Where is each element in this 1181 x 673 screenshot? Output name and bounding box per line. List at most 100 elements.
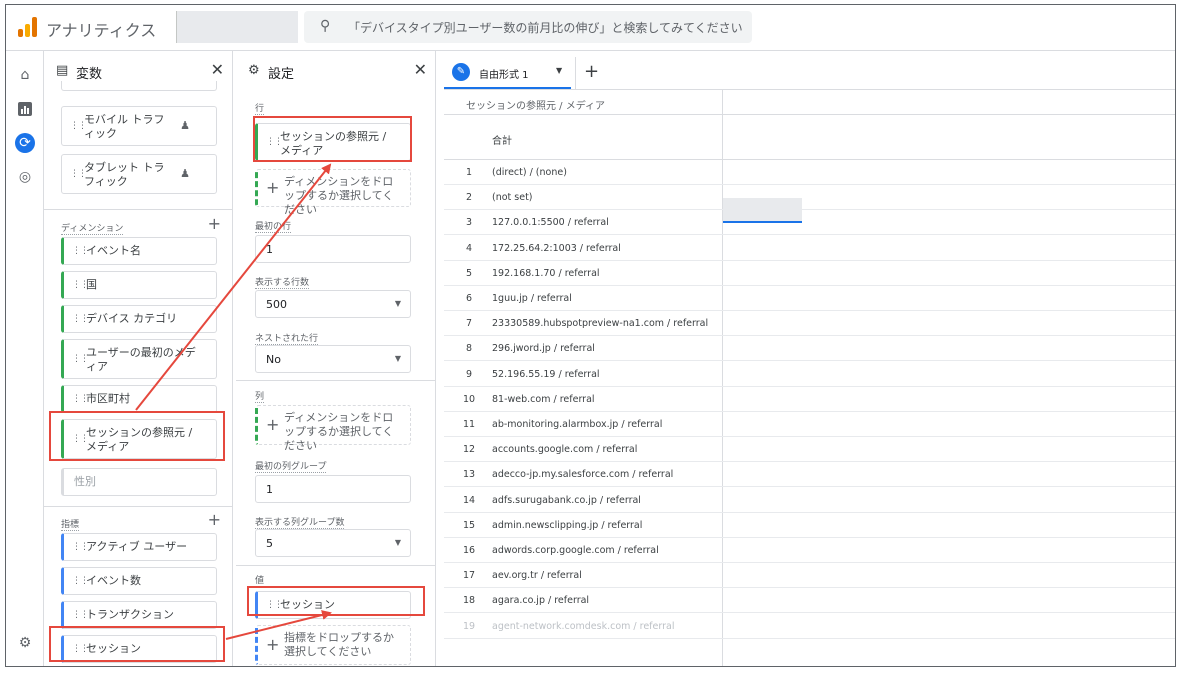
add-tab-button[interactable]: + bbox=[575, 57, 607, 89]
drag-handle-icon: ⋮⋮ bbox=[72, 280, 89, 290]
row-index: 18 bbox=[462, 595, 476, 607]
dimension-chip[interactable]: ⋮⋮ ユーザーの最初のメディア bbox=[61, 339, 217, 379]
drag-handle-icon: ⋮⋮ bbox=[72, 542, 89, 552]
users-icon: ♟ bbox=[180, 167, 190, 180]
metric-chip[interactable]: ⋮⋮ トランザクション bbox=[61, 601, 217, 629]
row-drop-zone[interactable]: + ディメンションをドロップするか選択してください bbox=[255, 169, 411, 216]
dimension-chip[interactable]: ⋮⋮ 市区町村 bbox=[61, 385, 217, 413]
edit-icon: ✎ bbox=[452, 63, 470, 81]
variables-title: 変数 bbox=[76, 67, 103, 82]
first-col-group-label: 最初の列グループ bbox=[255, 459, 327, 473]
row-dimension-value: 23330589.hubspotpreview-na1.com / referr… bbox=[492, 318, 709, 330]
chevron-down-icon[interactable]: ▼ bbox=[556, 66, 562, 75]
analytics-logo-icon[interactable] bbox=[18, 17, 38, 37]
segment-chip-tablet[interactable]: ⋮⋮ タブレット トラフィック ♟ bbox=[61, 154, 217, 194]
app-window: アナリティクス ⚲ 「デバイスタイプ別ユーザー数の前月比の伸び」と検索してみてく… bbox=[5, 4, 1176, 667]
metric-chip[interactable]: ⋮⋮ イベント数 bbox=[61, 567, 217, 595]
drop-hint: ディメンションをドロップするか選択してください bbox=[284, 411, 394, 452]
search-icon: ⚲ bbox=[320, 18, 331, 34]
table-row[interactable]: 19 agent-network.comdesk.com / referral bbox=[444, 614, 1175, 639]
row-index: 9 bbox=[465, 368, 473, 380]
row-dimension-value: (not set) bbox=[492, 192, 533, 204]
table-row[interactable]: 13 adecco-jp.my.salesforce.com / referral bbox=[444, 462, 1175, 488]
metric-chip[interactable]: ⋮⋮ アクティブ ユーザー bbox=[61, 533, 217, 561]
chevron-down-icon: ▼ bbox=[394, 354, 401, 363]
close-icon[interactable]: ✕ bbox=[414, 60, 427, 79]
table-row[interactable]: 1 (direct) / (none) bbox=[444, 160, 1175, 185]
plus-icon: + bbox=[266, 178, 280, 197]
table-row[interactable]: 7 23330589.hubspotpreview-na1.com / refer… bbox=[444, 311, 1175, 337]
drop-hint: 指標をドロップするか選択してください bbox=[284, 631, 394, 658]
dimension-chip[interactable]: ⋮⋮ 国 bbox=[61, 271, 217, 299]
top-bar: アナリティクス ⚲ 「デバイスタイプ別ユーザー数の前月比の伸び」と検索してみてく… bbox=[6, 5, 1175, 51]
value-drop-zone[interactable]: + 指標をドロップするか選択してください bbox=[255, 625, 411, 665]
drag-handle-icon: ⋮⋮ bbox=[70, 121, 87, 131]
account-selector[interactable] bbox=[176, 11, 298, 43]
close-icon[interactable]: ✕ bbox=[211, 60, 224, 79]
table-row[interactable]: 3 127.0.0.1:5500 / referral bbox=[444, 210, 1175, 236]
highlight-row-target bbox=[253, 116, 412, 162]
rows-label: 行 bbox=[255, 101, 265, 115]
column-drop-zone[interactable]: + ディメンションをドロップするか選択してください bbox=[255, 405, 411, 452]
add-metric-icon[interactable]: + bbox=[208, 510, 221, 529]
row-index: 19 bbox=[462, 620, 476, 632]
table-row[interactable]: 15 admin.newsclipping.jp / referral bbox=[444, 513, 1175, 538]
show-rows-value: 500 bbox=[266, 298, 287, 311]
table-row[interactable]: 4 172.25.64.2:1003 / referral bbox=[444, 236, 1175, 261]
table-row[interactable]: 10 81-web.com / referral bbox=[444, 387, 1175, 412]
table-row[interactable]: 6 1guu.jp / referral bbox=[444, 286, 1175, 311]
reports-icon[interactable] bbox=[15, 99, 35, 119]
table-row[interactable]: 5 192.168.1.70 / referral bbox=[444, 261, 1175, 286]
users-icon: ♟ bbox=[180, 119, 190, 132]
row-index: 16 bbox=[462, 545, 476, 556]
row-dimension-value: 172.25.64.2:1003 / referral bbox=[492, 242, 621, 254]
table-row[interactable]: 17 aev.org.tr / referral bbox=[444, 563, 1175, 589]
row-dimension-value: 127.0.0.1:5500 / referral bbox=[492, 217, 609, 229]
advertising-icon[interactable]: ◎ bbox=[15, 167, 35, 187]
segment-chip-partial[interactable] bbox=[61, 81, 217, 91]
home-icon[interactable]: ⌂ bbox=[15, 65, 35, 85]
table-row[interactable]: 14 adfs.surugabank.co.jp / referral bbox=[444, 488, 1175, 513]
tab-freeform[interactable]: ✎ 自由形式 1 ▼ bbox=[444, 57, 571, 89]
drag-handle-icon: ⋮⋮ bbox=[72, 576, 89, 586]
dimension-chip[interactable]: ⋮⋮ イベント名 bbox=[61, 237, 217, 265]
divider bbox=[236, 380, 435, 381]
row-index: 5 bbox=[465, 267, 473, 279]
start-row-input[interactable]: 1 bbox=[255, 235, 411, 263]
divider bbox=[44, 506, 232, 507]
settings-header: ⚙ 設定 ✕ bbox=[236, 51, 435, 91]
table-row[interactable]: 9 52.196.55.19 / referral bbox=[444, 362, 1175, 387]
table-row[interactable]: 2 (not set) bbox=[444, 185, 1175, 211]
table-row[interactable]: 11 ab-monitoring.alarmbox.jp / referral bbox=[444, 412, 1175, 437]
table-row[interactable]: 12 accounts.google.com / referral bbox=[444, 437, 1175, 463]
explore-icon[interactable]: ⟳ bbox=[15, 133, 35, 153]
row-index: 3 bbox=[465, 217, 473, 229]
dimensions-label: ディメンション bbox=[61, 221, 124, 235]
dimension-column-header: セッションの参照元 / メディア bbox=[466, 101, 606, 112]
show-rows-select[interactable]: 500 ▼ bbox=[255, 290, 411, 318]
search-bar[interactable]: ⚲ 「デバイスタイプ別ユーザー数の前月比の伸び」と検索してみてください bbox=[304, 11, 752, 43]
first-col-group-input[interactable]: 1 bbox=[255, 475, 411, 503]
nested-rows-select[interactable]: No ▼ bbox=[255, 345, 411, 373]
row-index: 17 bbox=[462, 570, 476, 582]
row-dimension-value: adfs.surugabank.co.jp / referral bbox=[492, 494, 641, 506]
dimension-chip-disabled[interactable]: 性別 bbox=[61, 468, 217, 496]
segment-label: タブレット トラフィック bbox=[84, 161, 165, 188]
nested-rows-label: ネストされた行 bbox=[255, 331, 319, 345]
add-dimension-icon[interactable]: + bbox=[208, 214, 221, 233]
settings-icon[interactable]: ⚙ bbox=[15, 633, 35, 653]
metric-label: アクティブ ユーザー bbox=[86, 540, 188, 553]
row-dimension-value: 192.168.1.70 / referral bbox=[492, 267, 600, 279]
segment-chip-mobile[interactable]: ⋮⋮ モバイル トラフィック ♟ bbox=[61, 106, 217, 146]
row-index: 1 bbox=[465, 167, 473, 178]
dimension-chip[interactable]: ⋮⋮ デバイス カテゴリ bbox=[61, 305, 217, 333]
show-col-groups-select[interactable]: 5 ▼ bbox=[255, 529, 411, 557]
row-dimension-value: adecco-jp.my.salesforce.com / referral bbox=[492, 469, 674, 481]
row-index: 15 bbox=[462, 519, 476, 531]
table-row[interactable]: 16 adwords.corp.google.com / referral bbox=[444, 538, 1175, 563]
drag-handle-icon: ⋮⋮ bbox=[72, 314, 89, 324]
plus-icon: + bbox=[266, 635, 280, 654]
chevron-down-icon: ▼ bbox=[394, 538, 401, 547]
table-row[interactable]: 18 agara.co.jp / referral bbox=[444, 588, 1175, 614]
table-row[interactable]: 8 296.jword.jp / referral bbox=[444, 336, 1175, 362]
